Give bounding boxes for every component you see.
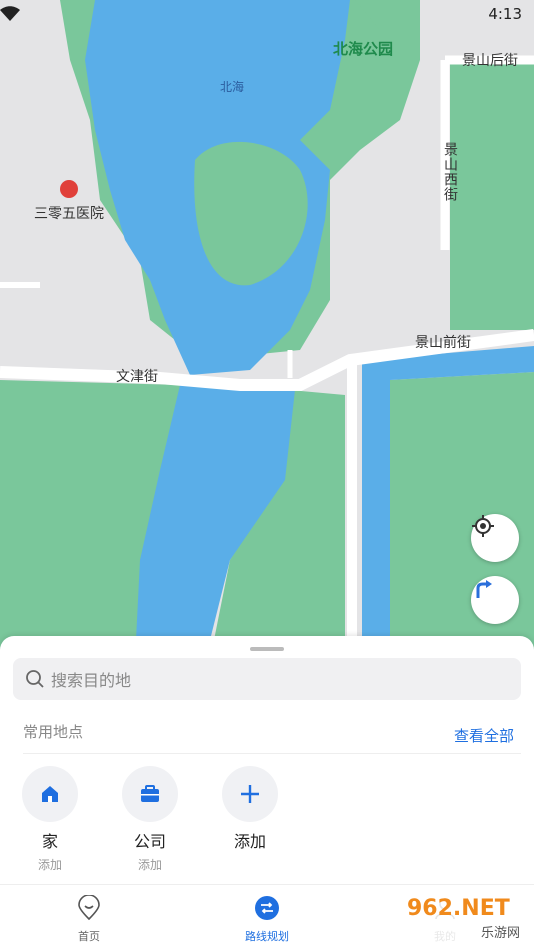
map-label-wenjin[interactable]: 文津街 xyxy=(116,366,158,386)
search-icon xyxy=(26,670,44,688)
place-home[interactable]: 家 添加 xyxy=(0,766,100,873)
divider xyxy=(23,753,521,754)
map-label-beihai[interactable]: 北海 xyxy=(220,78,244,95)
place-add[interactable]: 添加 xyxy=(200,766,300,852)
crosshair-icon xyxy=(472,515,494,537)
search-placeholder: 搜索目的地 xyxy=(51,671,132,690)
map-label-jingshan-hou[interactable]: 景山后街 xyxy=(462,50,518,70)
view-all-link[interactable]: 查看全部 xyxy=(454,725,514,746)
place-name: 添加 xyxy=(233,832,266,851)
favorite-places-title: 常用地点 xyxy=(23,723,84,741)
map-label-beihai-park[interactable]: 北海公园 xyxy=(333,38,393,59)
map-label-jingshan-qian[interactable]: 景山前街 xyxy=(415,332,471,352)
sheet-drag-handle[interactable] xyxy=(250,647,284,651)
clock: 4:13 xyxy=(488,5,522,23)
plus-icon xyxy=(241,785,259,803)
hospital-icon[interactable] xyxy=(60,180,78,198)
search-input[interactable]: 搜索目的地 xyxy=(13,658,521,700)
watermark-sub: 乐游网 xyxy=(480,926,520,941)
place-name: 公司 xyxy=(133,832,166,851)
map-canvas xyxy=(0,0,534,660)
place-sub: 添加 xyxy=(137,858,162,872)
briefcase-icon xyxy=(141,785,159,802)
place-company[interactable]: 公司 添加 xyxy=(100,766,200,873)
watermark-logo: 962.NET 乐游网 xyxy=(403,894,528,944)
nav-route-planning[interactable]: 路线规划 xyxy=(222,895,312,944)
nav-home[interactable]: 首页 xyxy=(44,894,134,944)
place-sub: 添加 xyxy=(37,858,62,872)
route-button[interactable] xyxy=(471,576,519,624)
status-bar: 4:13 xyxy=(0,0,534,30)
route-planning-icon xyxy=(255,896,279,920)
map-label-jingshan-xi[interactable]: 景山西街 xyxy=(440,142,460,202)
wifi-icon xyxy=(0,6,20,21)
place-name: 家 xyxy=(41,832,58,851)
nav-label: 路线规划 xyxy=(245,930,289,943)
home-icon xyxy=(42,786,58,802)
nav-label: 首页 xyxy=(78,930,100,943)
location-pin-icon xyxy=(78,894,100,921)
watermark-text: 962.NET xyxy=(407,896,510,921)
turn-right-icon xyxy=(476,580,492,598)
locate-button[interactable] xyxy=(471,514,519,562)
map-label-hospital[interactable]: 三零五医院 xyxy=(34,203,104,223)
map-view[interactable]: 4:13 北海公园 北海 景山后街 景山西街 三零五医院 景山前街 文津街 xyxy=(0,0,534,660)
